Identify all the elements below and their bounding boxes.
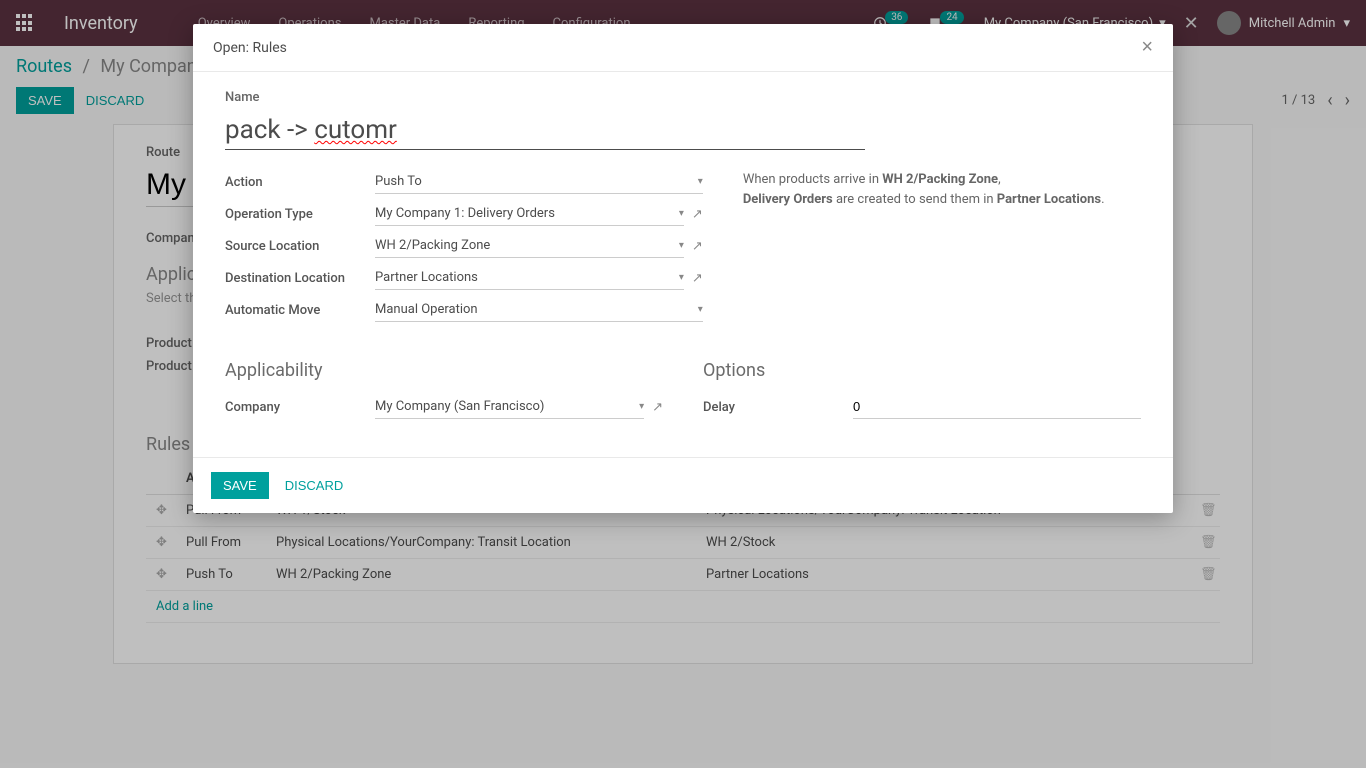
- modal-title: Open: Rules: [213, 40, 287, 56]
- delay-label: Delay: [703, 400, 853, 415]
- name-label: Name: [225, 90, 1141, 105]
- chevron-down-icon: ▾: [679, 240, 684, 251]
- delay-input[interactable]: [853, 395, 1141, 419]
- modal-body: Name pack -> cutomr Action Push To▾ Oper…: [193, 72, 1173, 457]
- modal-header: Open: Rules ×: [193, 24, 1173, 72]
- company-label: Company: [225, 400, 375, 415]
- modal-overlay[interactable]: Open: Rules × Name pack -> cutomr Action…: [0, 0, 1366, 768]
- applicability-heading: Applicability: [225, 360, 663, 381]
- applicability-section: Applicability Company My Company (San Fr…: [225, 360, 663, 427]
- action-label: Action: [225, 175, 375, 190]
- modal-discard-button[interactable]: DISCARD: [273, 472, 356, 499]
- source-location-label: Source Location: [225, 239, 375, 254]
- external-link-icon[interactable]: ↗: [652, 400, 663, 415]
- external-link-icon[interactable]: ↗: [692, 271, 703, 286]
- rule-description: When products arrive in WH 2/Packing Zon…: [743, 170, 1141, 330]
- options-heading: Options: [703, 360, 1141, 381]
- chevron-down-icon: ▾: [639, 401, 644, 412]
- external-link-icon[interactable]: ↗: [692, 239, 703, 254]
- chevron-down-icon: ▾: [679, 272, 684, 283]
- name-input[interactable]: pack -> cutomr: [225, 109, 865, 150]
- operation-type-select[interactable]: My Company 1: Delivery Orders▾: [375, 202, 684, 226]
- destination-location-label: Destination Location: [225, 271, 375, 286]
- options-section: Options Delay: [703, 360, 1141, 427]
- chevron-down-icon: ▾: [698, 304, 703, 315]
- external-link-icon[interactable]: ↗: [692, 207, 703, 222]
- operation-type-label: Operation Type: [225, 207, 375, 222]
- chevron-down-icon: ▾: [698, 176, 703, 187]
- source-location-select[interactable]: WH 2/Packing Zone▾: [375, 234, 684, 258]
- modal-footer: SAVE DISCARD: [193, 457, 1173, 513]
- modal-left-col: Action Push To▾ Operation Type My Compan…: [225, 170, 703, 330]
- automatic-move-label: Automatic Move: [225, 303, 375, 318]
- chevron-down-icon: ▾: [679, 208, 684, 219]
- action-select[interactable]: Push To▾: [375, 170, 703, 194]
- automatic-move-select[interactable]: Manual Operation▾: [375, 298, 703, 322]
- modal-save-button[interactable]: SAVE: [211, 472, 269, 499]
- destination-location-select[interactable]: Partner Locations▾: [375, 266, 684, 290]
- modal-close-button[interactable]: ×: [1141, 36, 1153, 59]
- company-select[interactable]: My Company (San Francisco)▾: [375, 395, 644, 419]
- rules-modal: Open: Rules × Name pack -> cutomr Action…: [193, 24, 1173, 513]
